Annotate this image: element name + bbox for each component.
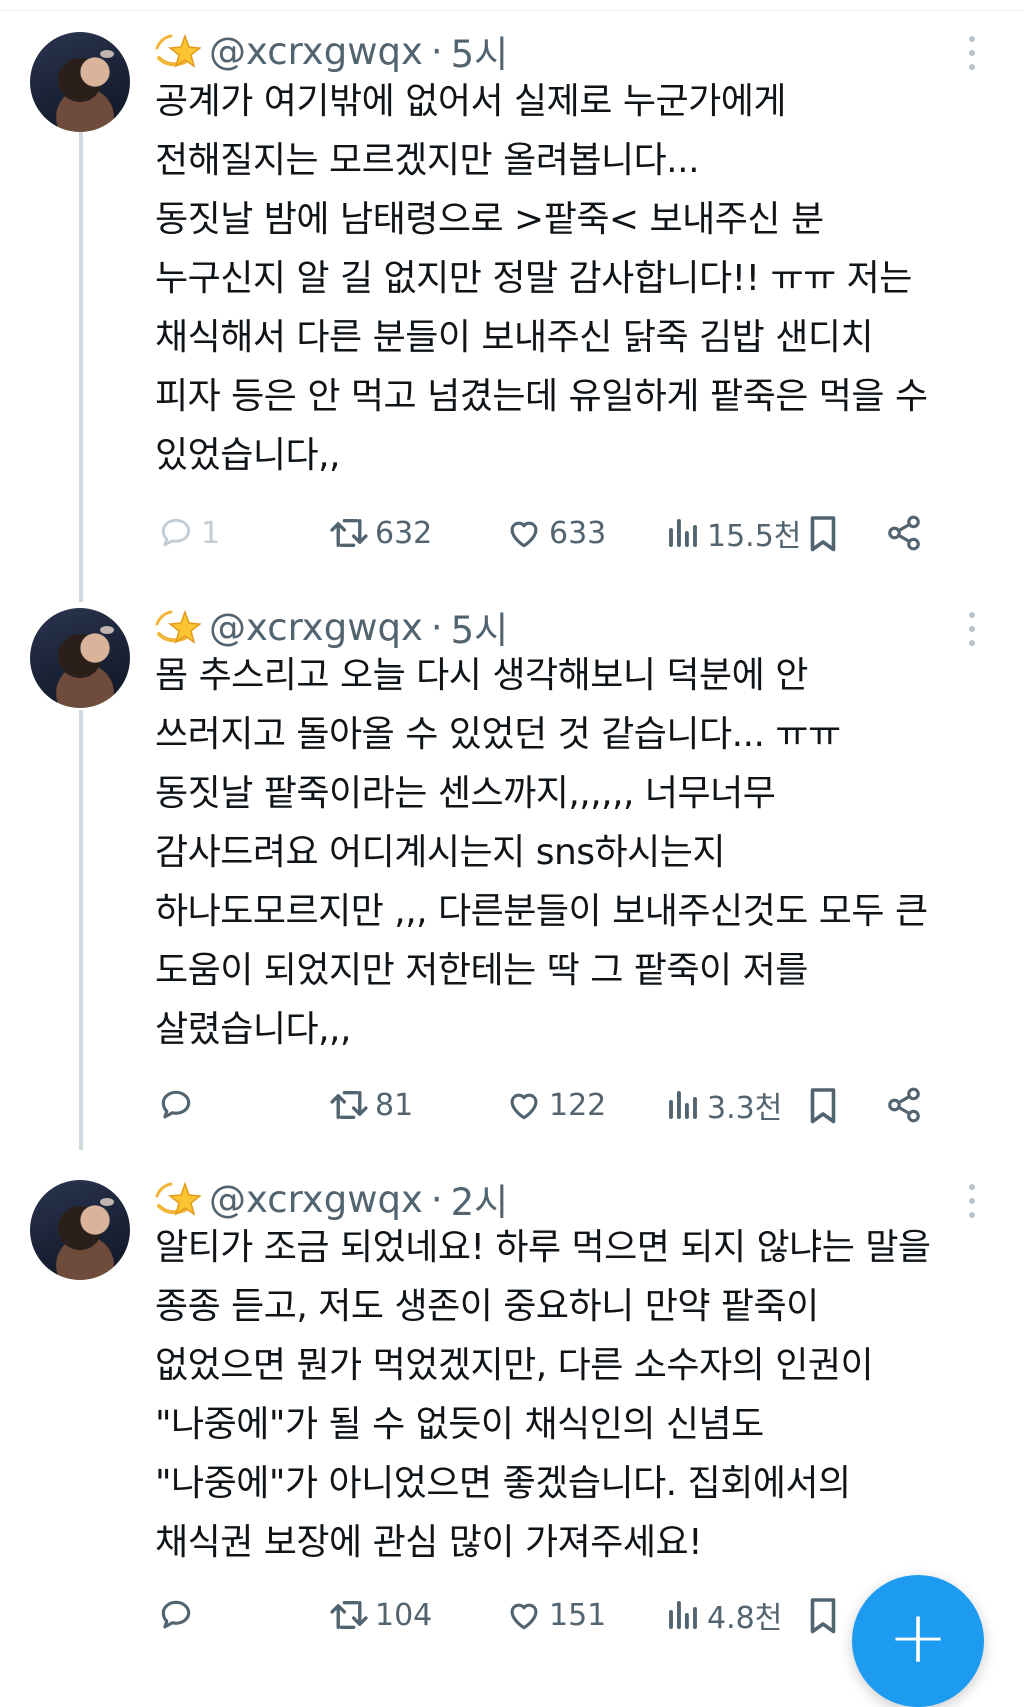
separator-dot: · [430,1177,443,1221]
tweet[interactable]: @xcrxgwqx · 2시 알티가 조금 되었네요! 하루 먹으면 되지 않냐… [0,1150,1024,1652]
heart-icon [510,1093,538,1120]
user-handle[interactable]: @xcrxgwqx [209,1178,423,1221]
dizzy-star-icon [155,609,201,644]
tweet-text: 몸 추스리고 오늘 다시 생각해보니 덕분에 안 쓰러지고 돌아올 수 있었던 … [155,655,928,1050]
views-count: 3.3천 [707,1091,783,1126]
retweet-count: 104 [375,1597,433,1633]
reply-icon [161,1090,191,1119]
separator-dot: · [430,29,443,73]
user-handle[interactable]: @xcrxgwqx [209,30,423,73]
bookmark-icon [810,516,836,552]
tweet-header: @xcrxgwqx · 2시 [155,1174,508,1224]
like-count: 151 [549,1597,607,1633]
retweet-icon [330,519,368,547]
action-bar: 81 122 3.3천 [155,1080,975,1130]
reply-icon [161,518,191,547]
retweet-icon [330,1601,368,1629]
views-button[interactable]: 3.3천 [665,1080,782,1130]
bookmark-button[interactable] [805,1080,841,1130]
heart-icon [510,521,538,548]
user-handle[interactable]: @xcrxgwqx [209,606,423,649]
tweet[interactable]: @xcrxgwqx · 5시 몸 추스리고 오늘 다시 생각해보니 덕분에 안 … [0,580,1024,1150]
bookmark-icon [810,1088,836,1124]
views-button[interactable]: 15.5천 [665,508,801,558]
heart-icon [510,1603,538,1630]
plus-icon: + [887,1595,949,1679]
separator-dot: · [430,605,443,649]
like-count: 633 [549,515,607,551]
retweet-button[interactable]: 81 [329,1080,413,1130]
avatar[interactable] [30,608,130,708]
retweet-count: 632 [375,515,433,551]
views-count: 15.5천 [707,519,802,554]
avatar[interactable] [30,1180,130,1280]
like-button[interactable]: 633 [505,508,606,558]
reply-button[interactable] [157,1080,201,1130]
like-button[interactable]: 122 [505,1080,606,1130]
share-icon [888,515,920,551]
share-icon [888,1087,920,1123]
bookmark-button[interactable] [805,508,841,558]
reply-icon [161,1600,191,1629]
more-vertical-icon[interactable] [968,1184,976,1218]
retweet-button[interactable]: 104 [329,1590,432,1640]
tweet-header: @xcrxgwqx · 5시 [155,26,508,76]
views-chart-icon [669,519,697,547]
views-count: 4.8천 [707,1601,783,1636]
more-vertical-icon[interactable] [968,612,976,646]
share-button[interactable] [885,508,923,558]
avatar[interactable] [30,32,130,132]
bookmark-icon [810,1598,836,1634]
tweet-text: 알티가 조금 되었네요! 하루 먹으면 되지 않냐는 말을 종종 듣고, 저도 … [155,1227,931,1563]
bookmark-button[interactable] [805,1590,841,1640]
like-count: 122 [549,1087,607,1123]
thread-line [79,132,83,602]
views-button[interactable]: 4.8천 [665,1590,782,1640]
retweet-count: 81 [375,1087,414,1123]
tweet[interactable]: @xcrxgwqx · 5시 공계가 여기밖에 없어서 실제로 누군가에게 전해… [0,0,1024,602]
views-chart-icon [669,1091,697,1119]
more-vertical-icon[interactable] [968,36,976,70]
tweet-header: @xcrxgwqx · 5시 [155,602,508,652]
like-button[interactable]: 151 [505,1590,606,1640]
views-chart-icon [669,1601,697,1629]
dizzy-star-icon [155,1181,201,1216]
dizzy-star-icon [155,33,201,68]
retweet-button[interactable]: 632 [329,508,432,558]
thread-line [79,710,83,1150]
timestamp[interactable]: 5시 [451,24,509,78]
reply-button[interactable] [157,1590,201,1640]
tweet-text: 공계가 여기밖에 없어서 실제로 누군가에게 전해질지는 모르겠지만 올려봅니다… [155,81,928,476]
action-bar: 1 632 633 15.5천 [155,508,975,558]
reply-count: 1 [201,515,221,551]
reply-button[interactable]: 1 [157,508,220,558]
share-button[interactable] [885,1080,923,1130]
compose-fab-button[interactable]: + [852,1575,984,1707]
retweet-icon [330,1091,368,1119]
